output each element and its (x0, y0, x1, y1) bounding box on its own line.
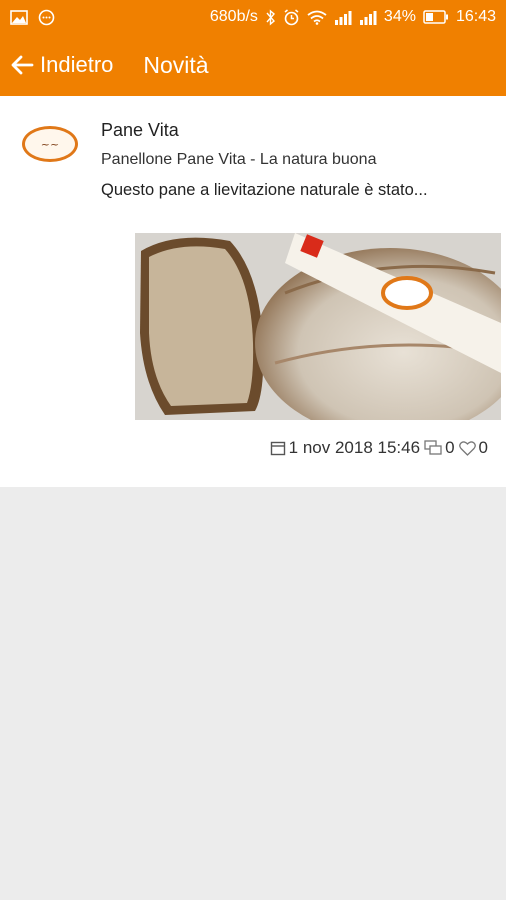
wifi-icon (307, 10, 327, 25)
network-speed: 680b/s (209, 8, 258, 25)
calendar-icon (270, 440, 286, 456)
back-label: Indietro (40, 52, 114, 77)
back-button[interactable]: Indietro (10, 52, 113, 78)
comment-count: 0 (445, 438, 455, 457)
page-title: Novità (143, 51, 209, 78)
comments-group[interactable]: 0 (424, 438, 455, 458)
alarm-icon (283, 8, 300, 26)
battery-percent: 34% (383, 8, 416, 25)
signal-icon (359, 10, 377, 25)
author-logo: ~~ (22, 126, 78, 162)
likes-group[interactable]: 0 (458, 438, 488, 458)
like-count: 0 (478, 438, 488, 457)
post-image[interactable] (135, 233, 501, 420)
bluetooth-icon (265, 8, 276, 26)
arrow-left-icon (10, 54, 34, 76)
messaging-icon (38, 9, 55, 26)
post-meta: 1 nov 2018 15:46 0 0 (270, 438, 488, 458)
heart-icon (458, 440, 476, 456)
signal-icon (334, 10, 352, 25)
post-title: Panellone Pane Vita - La natura buona (101, 151, 377, 168)
post-date: 1 nov 2018 15:46 (288, 438, 421, 457)
logo-script: ~~ (40, 137, 60, 151)
clock: 16:43 (455, 8, 496, 25)
app-bar: Indietro Novità (0, 34, 506, 96)
post-author: Pane Vita (101, 120, 179, 140)
post-excerpt: Questo pane a lievitazione naturale è st… (101, 181, 428, 199)
comment-icon (424, 440, 442, 456)
status-bar: 680b/s 34% 16:43 (0, 0, 506, 34)
battery-icon (423, 10, 449, 24)
post-date-group: 1 nov 2018 15:46 (270, 438, 420, 458)
image-icon (10, 9, 28, 25)
